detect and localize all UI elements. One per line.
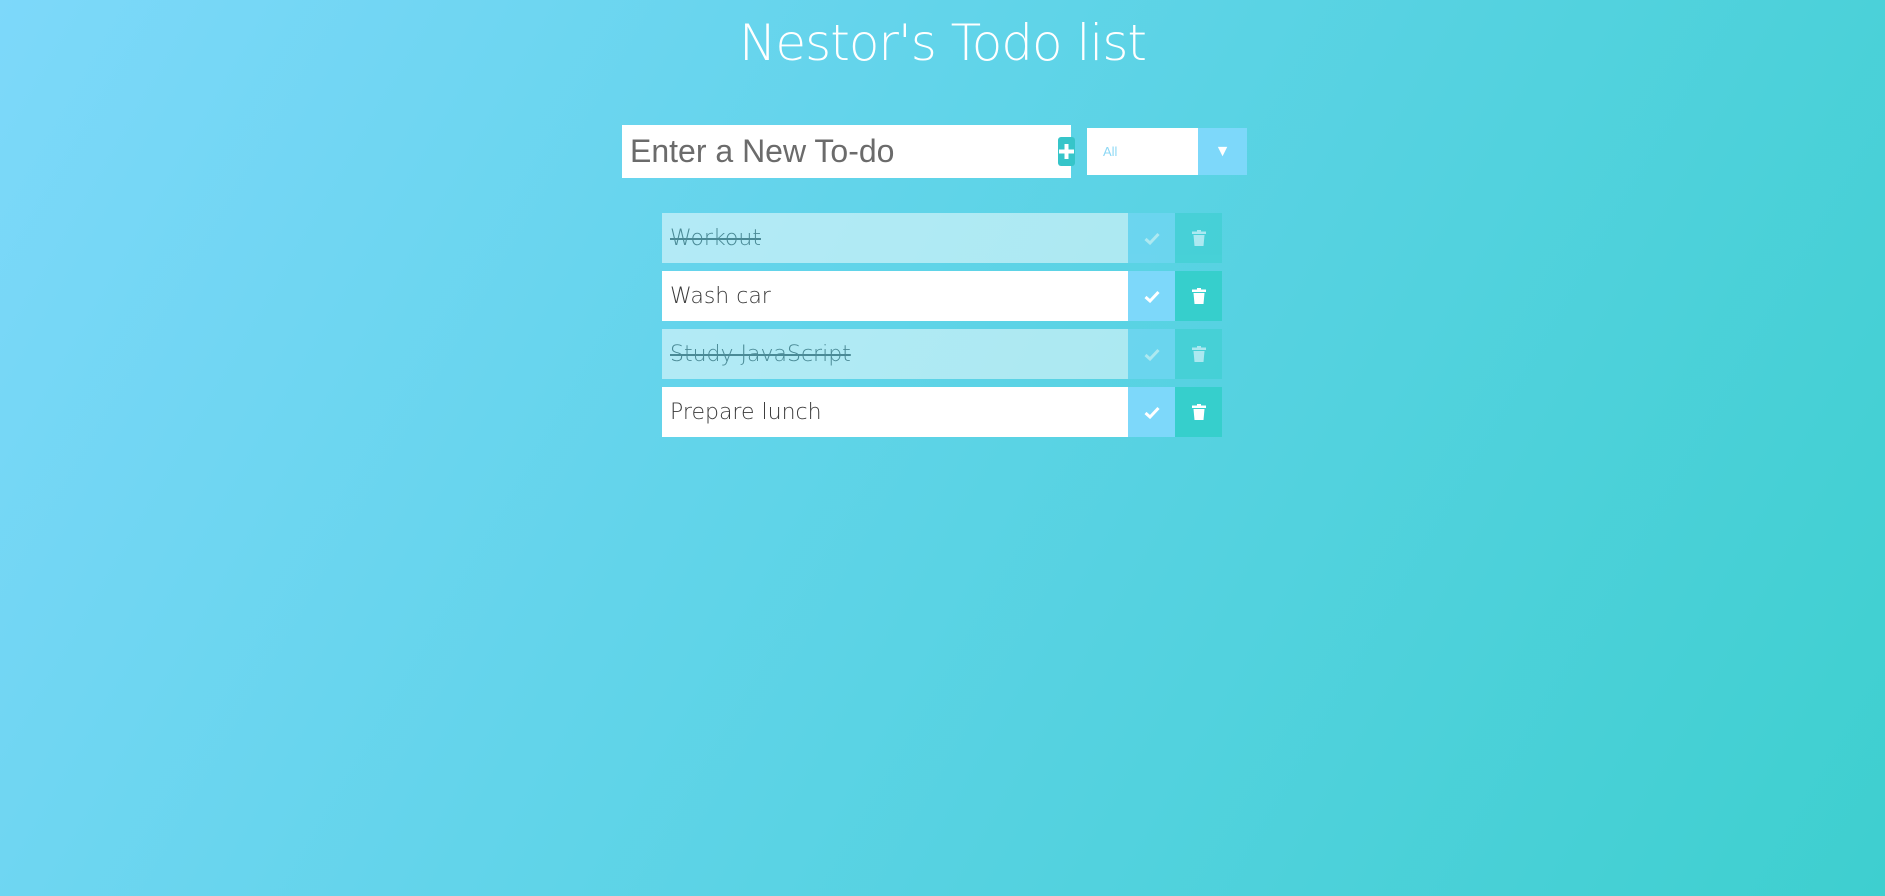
todo-text: Prepare lunch (662, 387, 1128, 437)
plus-icon (1059, 144, 1074, 159)
page-title: Nestor's Todo list (739, 14, 1147, 72)
trash-icon (1191, 346, 1206, 362)
todo-text: Workout (662, 213, 1128, 263)
trash-icon (1191, 404, 1206, 420)
filter-select[interactable]: All ▼ (1087, 128, 1247, 175)
delete-button[interactable] (1175, 213, 1222, 263)
check-icon (1144, 406, 1160, 419)
todo-item: Prepare lunch (662, 387, 1222, 437)
trash-icon (1191, 288, 1206, 304)
new-todo-form (622, 125, 1075, 178)
todo-item: Workout (662, 213, 1222, 263)
delete-button[interactable] (1175, 329, 1222, 379)
complete-button[interactable] (1128, 329, 1175, 379)
todo-item: Study JavaScript (662, 329, 1222, 379)
check-icon (1144, 232, 1160, 245)
todo-text: Study JavaScript (662, 329, 1128, 379)
todo-list: Workout Wash car Study JavaScript Prepar… (662, 213, 1222, 445)
complete-button[interactable] (1128, 271, 1175, 321)
complete-button[interactable] (1128, 387, 1175, 437)
delete-button[interactable] (1175, 387, 1222, 437)
chevron-down-icon: ▼ (1198, 128, 1247, 175)
new-todo-input[interactable] (622, 125, 1058, 178)
todo-text: Wash car (662, 271, 1128, 321)
filter-selected-value: All (1103, 144, 1118, 159)
delete-button[interactable] (1175, 271, 1222, 321)
todo-item: Wash car (662, 271, 1222, 321)
trash-icon (1191, 230, 1206, 246)
add-todo-button[interactable] (1058, 137, 1075, 166)
check-icon (1144, 348, 1160, 361)
complete-button[interactable] (1128, 213, 1175, 263)
check-icon (1144, 290, 1160, 303)
